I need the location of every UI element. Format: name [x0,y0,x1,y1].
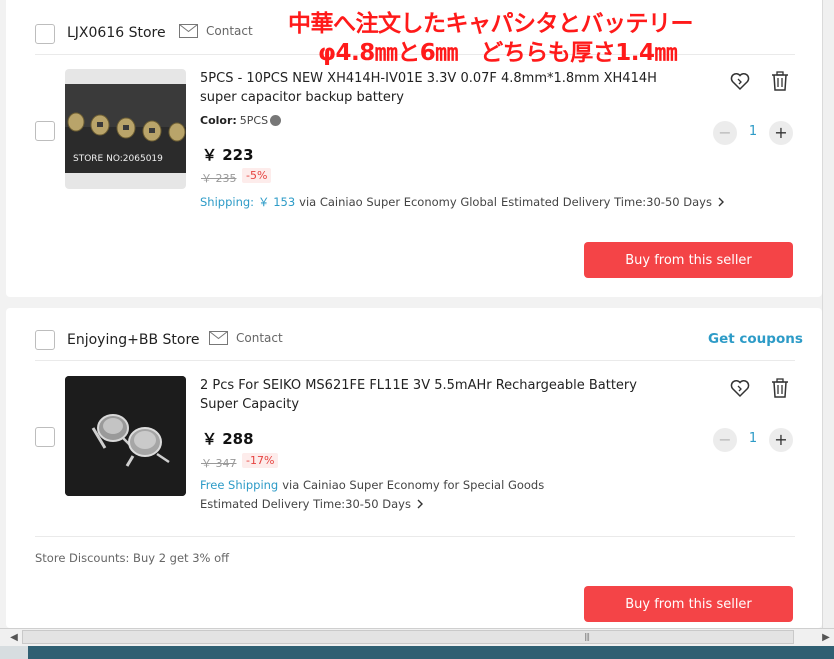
taskbar [0,646,834,659]
image-caption: STORE NO:2065019 [73,154,163,164]
get-coupons-link[interactable]: Get coupons [708,331,803,347]
store-select-checkbox[interactable] [35,330,55,350]
price: ￥ 288 [202,430,254,448]
shipping-cost: ￥ 153 [258,195,296,209]
mail-icon [209,331,228,345]
minus-icon[interactable]: − [713,428,737,452]
shipping-label: Shipping: [200,195,255,209]
vertical-scrollbar-edge[interactable] [822,0,834,628]
original-price: ￥ 235 [201,172,237,185]
delivery-estimate: Estimated Delivery Time:30-50 Days [200,497,411,511]
shipping-method: via Cainiao Super Economy for Special Go… [282,478,545,492]
store-card-enjoying-bb: Enjoying+BB Store Contact Get coupons 2 … [6,308,822,628]
chevron-right-icon [417,499,423,509]
battery-photo [65,376,186,496]
heart-icon[interactable] [729,70,751,92]
discount-badge: -17% [242,453,279,468]
chevron-right-icon [718,197,724,207]
delivery-estimate: Estimated Delivery Time:30-50 Days [501,195,712,209]
color-swatch-icon [270,115,282,126]
color-label: Color: [200,114,237,127]
divider [35,360,795,361]
contact-label: Contact [236,331,283,345]
quantity-value[interactable]: 1 [745,124,761,139]
plus-icon[interactable]: + [769,121,793,145]
discount-badge: -5% [242,168,272,183]
original-price: ￥ 347 [201,457,237,470]
item-select-checkbox[interactable] [35,121,55,141]
shipping-info[interactable]: Free Shipping via Cainiao Super Economy … [200,478,544,492]
product-image[interactable] [65,376,186,496]
price: ￥ 223 [202,146,254,164]
scroll-left-icon[interactable]: ◀ [6,629,22,646]
plus-icon[interactable]: + [769,428,793,452]
buy-from-seller-button[interactable]: Buy from this seller [584,242,793,278]
product-title[interactable]: 5PCS - 10PCS NEW XH414H-IV01E 3.3V 0.07F… [200,70,670,107]
trash-icon[interactable] [769,377,791,399]
overlay-annotation-line2: φ4.8㎜と6㎜ どちらも厚さ1.4㎜ [318,40,677,66]
mail-icon [179,24,198,38]
store-name[interactable]: LJX0616 Store [67,25,166,41]
contact-link[interactable]: Contact [179,24,253,38]
store-select-checkbox[interactable] [35,24,55,44]
contact-label: Contact [206,24,253,38]
heart-icon[interactable] [729,377,751,399]
delivery-info[interactable]: Estimated Delivery Time:30-50 Days [200,497,423,511]
scroll-right-icon[interactable]: ▶ [818,629,834,646]
product-title[interactable]: 2 Pcs For SEIKO MS621FE FL11E 3V 5.5mAHr… [200,377,670,414]
shipping-info[interactable]: Shipping: ￥ 153 via Cainiao Super Econom… [200,194,724,210]
horizontal-scrollbar[interactable]: ◀ ||| ▶ [0,628,834,646]
item-select-checkbox[interactable] [35,427,55,447]
quantity-value[interactable]: 1 [745,431,761,446]
color-option: Color: 5PCS [200,114,282,127]
capacitor-photo: STORE NO:2065019 [65,69,186,189]
scrollbar-thumb[interactable] [22,630,794,644]
shipping-label: Free Shipping [200,478,279,492]
divider [35,536,795,537]
minus-icon[interactable]: − [713,121,737,145]
trash-icon[interactable] [769,70,791,92]
color-value: 5PCS [239,114,269,127]
shipping-method: via Cainiao Super Economy Global [299,195,497,209]
taskbar-start[interactable] [0,646,28,659]
product-image[interactable]: STORE NO:2065019 [65,69,186,189]
buy-from-seller-button[interactable]: Buy from this seller [584,586,793,622]
store-discounts: Store Discounts: Buy 2 get 3% off [35,551,230,565]
contact-link[interactable]: Contact [209,331,283,345]
scrollbar-grip-icon: ||| [584,632,590,641]
store-name[interactable]: Enjoying+BB Store [67,332,200,348]
